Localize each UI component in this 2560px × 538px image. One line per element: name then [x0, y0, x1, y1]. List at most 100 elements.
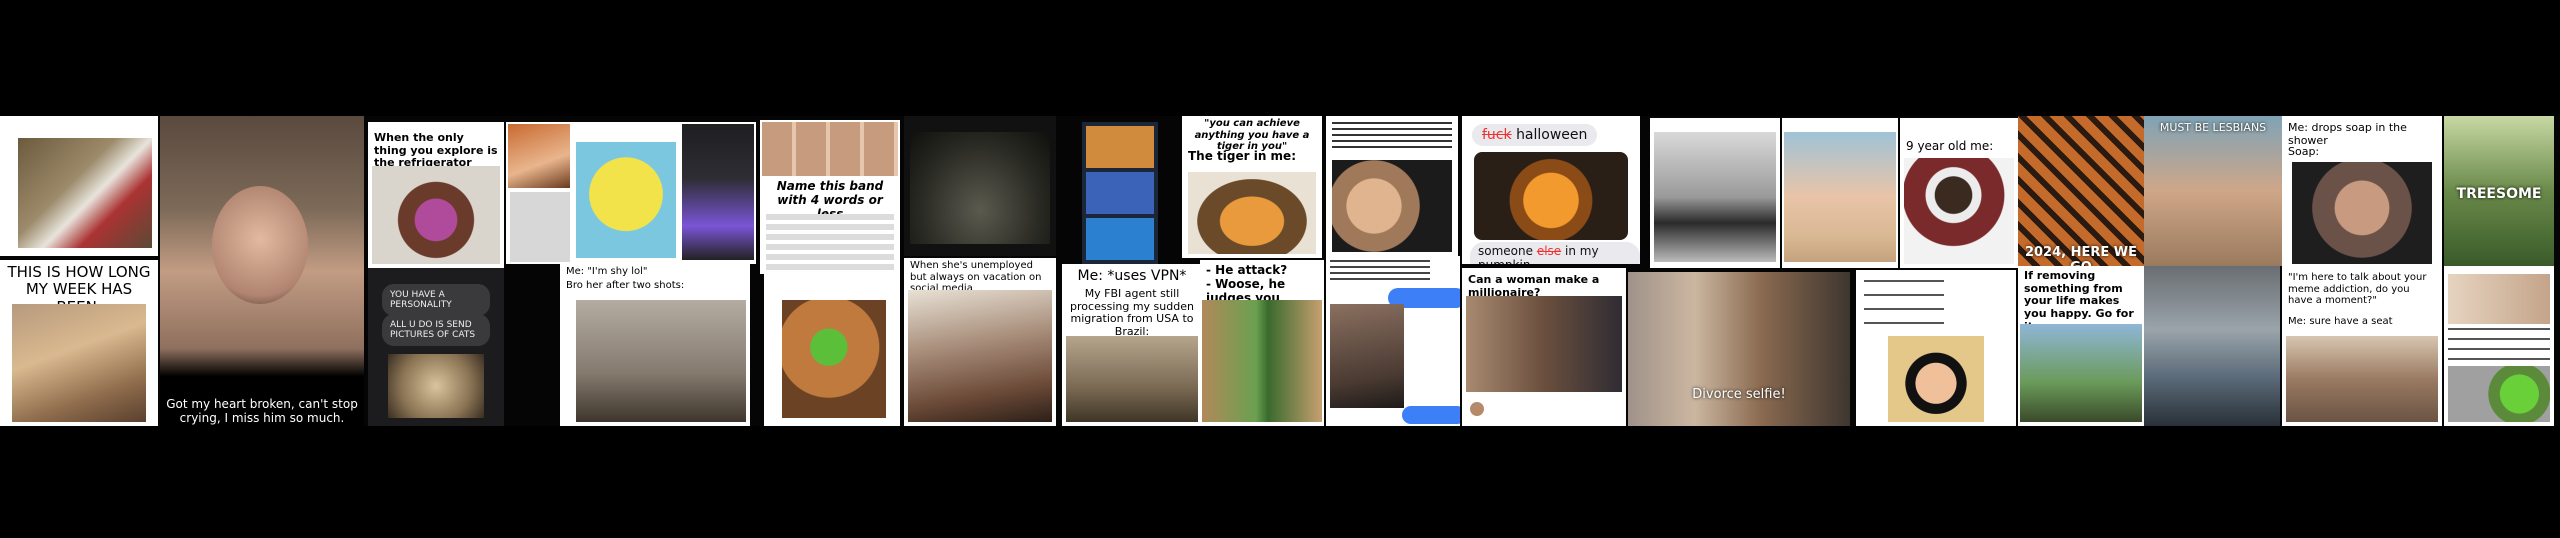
animals-photo	[910, 132, 1050, 244]
tile-lesbians: MUST BE LESBIANS	[2144, 116, 2282, 266]
cat-sitting-photo	[1066, 336, 1198, 422]
therapy-reply-caption: Me: sure have a seat	[2288, 316, 2393, 327]
police-photo	[1654, 132, 1776, 262]
refrigerator-caption: When the only thing you explore is the r…	[374, 131, 498, 170]
man-face-photo	[2292, 162, 2432, 264]
tiger-photo	[2018, 116, 2144, 266]
halloween-word: halloween	[1516, 127, 1588, 143]
mulan-photo	[1888, 336, 1984, 422]
car-woman-photo	[908, 290, 1052, 422]
tile-millionaire: Can a woman make a millionaire?	[1462, 268, 1626, 426]
tile-text-conversation	[1326, 256, 1460, 426]
text-lines	[2448, 328, 2550, 362]
tile-dark-animals	[904, 116, 1056, 256]
tile-police	[1650, 118, 1780, 268]
nine-year-caption: 9 year old me:	[1906, 139, 1994, 153]
tile-he-attack: - He attack? - Woose, he judges you	[1200, 260, 1324, 426]
message-lines	[1330, 260, 1430, 282]
dog-phone-photo	[682, 124, 754, 260]
flood-photo	[2144, 266, 2280, 426]
mike-wazowski-photo	[2448, 366, 2550, 422]
drops-soap-caption: Me: drops soap in the shower	[2288, 121, 2407, 147]
tile-two-shots: Me: "I'm shy lol" Bro her after two shot…	[560, 264, 750, 426]
tile-halloween: fuck halloween someone else in my pumpki…	[1462, 116, 1640, 264]
tile-therapy: "I'm here to talk about your meme addict…	[2282, 268, 2442, 426]
dora-photo	[372, 166, 500, 264]
two-shots-caption: Bro her after two shots:	[566, 280, 685, 291]
chat-text-block	[1332, 122, 1452, 150]
couple-photo	[1466, 296, 1622, 392]
meme-collage-strip: THIS IS HOW LONG MY WEEK HAS BEEN. Got m…	[0, 116, 2560, 426]
tile-divorce-selfie: Divorce selfie!	[1628, 272, 1850, 426]
tile-mulan	[1856, 270, 2016, 426]
tile-nine-year: 9 year old me:	[1900, 118, 2018, 268]
tile-drops-soap: Me: drops soap in the shower Soap:	[2282, 116, 2442, 268]
toys-photo-top	[2448, 274, 2550, 324]
vpn-caption: Me: *uses VPN*	[1077, 268, 1187, 284]
pumpkin-pill: someone else in my pumpkin	[1470, 242, 1640, 264]
tile-unemployed: When she's unemployed but always on vaca…	[904, 258, 1056, 426]
cyclist-photo	[2020, 324, 2142, 422]
stuffed-tiger-photo	[1188, 172, 1316, 254]
tile-tiger: "you can achieve anything you have a tig…	[1182, 116, 1322, 258]
heart-broken-caption: Got my heart broken, can't stop crying, …	[166, 397, 358, 425]
tile-cartoon-grid	[1082, 122, 1158, 264]
cartoon-top	[1086, 126, 1154, 168]
cartoon-middle	[1086, 172, 1154, 214]
tile-treesome: TREESOME	[2444, 116, 2554, 266]
cartoon-bottom	[1086, 218, 1154, 260]
tile-spongebob	[506, 122, 756, 264]
cats-bubble: ALL U DO IS SEND PICTURES OF CATS	[382, 314, 490, 346]
tile-refrigerator: When the only thing you explore is the r…	[368, 122, 504, 268]
call-woman-photo	[1332, 160, 1452, 252]
dog-lime-photo	[782, 300, 886, 418]
therapy-caption: "I'm here to talk about your meme addict…	[2288, 272, 2427, 306]
shy-caption: Me: "I'm shy lol"	[566, 266, 648, 277]
tile-long-week: THIS IS HOW LONG MY WEEK HAS BEEN.	[0, 260, 158, 426]
sent-bubble-2	[1402, 406, 1460, 424]
chicken-photo	[18, 138, 152, 248]
fbi-caption: My FBI agent still processing my sudden …	[1070, 287, 1194, 338]
soap-caption: Soap:	[2288, 145, 2320, 158]
lesbians-photo	[2144, 116, 2282, 266]
mugshots-photo	[762, 122, 898, 176]
commenter-avatar	[1470, 402, 1484, 416]
kid-drawing-photo	[1904, 158, 2014, 264]
spongebob-photo	[576, 142, 676, 258]
halloween-pill: fuck halloween	[1472, 124, 1598, 146]
chat-lines	[1864, 280, 1944, 334]
tile-four-words: Name this band with 4 words or less	[760, 120, 900, 274]
tile-vpn: Me: *uses VPN* My FBI agent still proces…	[1062, 264, 1202, 426]
names-list	[766, 214, 894, 270]
woman-face	[212, 186, 308, 304]
achieve-caption: "you can achieve anything you have a tig…	[1194, 118, 1310, 152]
tile-removing: If removing something from your life mak…	[2018, 266, 2144, 426]
tile-cats-chat: YOU HAVE A PERSONALITY ALL U DO IS SEND …	[368, 268, 504, 426]
personality-bubble: YOU HAVE A PERSONALITY	[382, 284, 490, 316]
halloween-prefix: fuck	[1482, 127, 1512, 143]
yoga-photo	[576, 300, 746, 422]
mantis-photo	[1202, 300, 1322, 422]
tile-heart-broken: Got my heart broken, can't stop crying, …	[160, 116, 364, 426]
tile-flood	[2144, 266, 2280, 426]
divorce-caption: Divorce selfie!	[1692, 387, 1786, 402]
pumpkin-prefix: someone	[1478, 244, 1533, 258]
tiger-in-me-caption: The tiger in me:	[1188, 149, 1296, 163]
treesome-caption: TREESOME	[2456, 186, 2542, 202]
lesbians-caption: MUST BE LESBIANS	[2159, 121, 2267, 134]
cat-photo	[388, 354, 484, 418]
pumpkin-photo	[1474, 152, 1628, 240]
pumpkin-word: else	[1536, 244, 1562, 258]
tile-rizz-chat	[1326, 116, 1458, 256]
2024-caption: 2024, HERE WE GO	[2024, 245, 2138, 266]
beach-photo	[1784, 132, 1896, 262]
living-room-photo	[2286, 336, 2438, 422]
tile-2024: 2024, HERE WE GO	[2018, 116, 2144, 266]
selfie-photo	[1330, 304, 1404, 408]
tile-chickens	[0, 116, 158, 256]
tile-stuffed-toys	[2444, 266, 2554, 426]
tile-lime-dog	[764, 274, 900, 426]
redhead-photo	[508, 124, 570, 188]
dog-photo	[510, 192, 570, 262]
tile-beach	[1782, 118, 1898, 268]
